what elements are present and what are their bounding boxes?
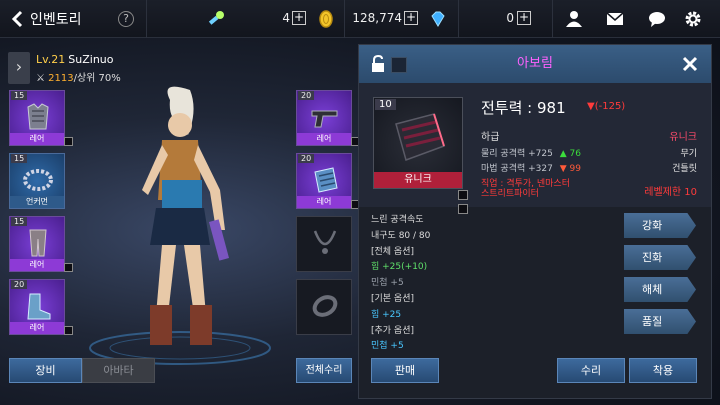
pistol-icon — [311, 110, 338, 128]
add-torch-button[interactable]: + — [292, 11, 306, 25]
crossed-swords-icon: ⚔ — [36, 73, 45, 84]
gauntlet-icon — [395, 113, 445, 161]
power-diff: ▼(-125) — [587, 101, 626, 112]
top-bar: 인벤토리 ? 4 + 128,774 + 0 + — [0, 0, 720, 38]
back-arrow-icon[interactable] — [8, 9, 28, 29]
job-requirement: 직업 : 격투가, 넨마스터 스트리트파이터 — [481, 179, 570, 199]
disassemble-button[interactable]: 해체 — [624, 277, 696, 302]
boots-slot[interactable]: 20 레어 — [9, 279, 73, 335]
stat-line: 내구도 80 / 80 — [371, 230, 431, 241]
stat-magic-attack: 마법 공격력 +327 ▼ 99 — [481, 164, 581, 174]
inventory-screen: 인벤토리 ? 4 + 128,774 + 0 + › Lv.21 SuZinuo… — [0, 0, 720, 405]
stat-line: 느린 공격속도 — [371, 215, 424, 225]
ring-slot[interactable] — [296, 279, 352, 335]
stat-line: 힘 +25 — [371, 309, 402, 320]
gold-coin-icon — [319, 10, 333, 28]
avatar-tab[interactable]: 아바타 — [82, 358, 155, 383]
gem-icon — [431, 11, 445, 27]
belt-icon — [23, 169, 53, 191]
chat-icon[interactable] — [648, 10, 666, 28]
gold-amount: 128,774 — [352, 11, 402, 25]
close-icon[interactable] — [681, 55, 699, 73]
add-gold-button[interactable]: + — [404, 11, 418, 25]
item-grade: 유니크 — [374, 172, 462, 188]
item-name: 아보림 — [517, 56, 553, 71]
mail-icon[interactable] — [606, 10, 624, 28]
repair-button[interactable]: 수리 — [557, 358, 625, 383]
enhance-button[interactable]: 강화 — [624, 213, 696, 238]
item-tier: 하급 — [481, 132, 500, 143]
item-stats-list: 느린 공격속도 내구도 80 / 80 [전체 옵션] 힘 +25(+10) 민… — [371, 213, 611, 355]
equip-button[interactable]: 착용 — [629, 358, 697, 383]
torch-count: 4 — [282, 11, 290, 25]
add-gem-button[interactable]: + — [517, 11, 531, 25]
friends-icon[interactable] — [565, 10, 583, 28]
down-arrow-icon: ▼ — [559, 164, 567, 174]
up-arrow-icon: ▲ — [559, 149, 567, 159]
stat-line: [추가 옵션] — [371, 325, 415, 336]
torch-icon — [208, 11, 224, 25]
character-model — [89, 86, 271, 365]
stat-line: [기본 옵션] — [371, 293, 415, 304]
equipment-tab[interactable]: 장비 — [9, 358, 82, 383]
ring-icon — [312, 295, 338, 317]
belt-slot[interactable]: 15 언커먼 — [9, 153, 65, 209]
gem-count: 0 — [506, 11, 514, 25]
divider — [146, 0, 147, 38]
necklace-slot[interactable] — [296, 216, 352, 272]
item-detail-panel: 아보림 10 유니크 전투력 : 981 ▼(-125) 하급 유니크 물리 공… — [358, 44, 712, 399]
level-requirement: 레벨제한 10 — [644, 187, 697, 198]
repair-all-button[interactable]: 전체수리 — [296, 358, 352, 383]
item-level: 10 — [375, 99, 396, 110]
stat1-type: 무기 — [680, 149, 697, 159]
quality-button[interactable]: 품질 — [624, 309, 696, 334]
armor-slot-top[interactable]: 15 레어 — [9, 90, 73, 146]
stat-line: 힘 +25(+10) — [371, 262, 428, 273]
divider — [344, 0, 345, 38]
compare-checkbox-1[interactable] — [458, 190, 468, 200]
settings-gear-icon[interactable] — [684, 10, 702, 28]
character-level: Lv.21 SuZinuo — [36, 53, 114, 66]
stat-line: 민첩 +5 — [371, 278, 404, 289]
weapon-slot[interactable]: 20 레어 — [296, 90, 360, 146]
stat-line: 민첩 +5 — [371, 341, 404, 352]
divider — [458, 0, 459, 38]
panel-header: 아보림 — [359, 45, 711, 83]
chest-armor-icon — [27, 103, 49, 130]
boots-icon — [27, 293, 51, 320]
item-info: 10 유니크 전투력 : 981 ▼(-125) 하급 유니크 물리 공격력 +… — [359, 83, 711, 214]
necklace-icon — [313, 230, 337, 254]
gauntlet-slot[interactable]: 20 레어 — [296, 153, 360, 209]
page-title: 인벤토리 — [30, 12, 82, 28]
expand-character-button[interactable]: › — [8, 52, 30, 84]
help-icon[interactable]: ? — [118, 11, 134, 27]
bracer-icon — [314, 167, 338, 193]
sell-button[interactable]: 판매 — [371, 358, 439, 383]
item-icon-slot: 10 유니크 — [373, 97, 463, 189]
evolve-button[interactable]: 진화 — [624, 245, 696, 270]
stat2-type: 건틀릿 — [672, 164, 697, 174]
leg-armor-slot[interactable]: 15 레어 — [9, 216, 73, 272]
stat-line: [전체 옵션] — [371, 246, 415, 257]
item-rarity: 유니크 — [669, 132, 697, 143]
stat-physical-attack: 물리 공격력 +725 ▲ 76 — [481, 149, 581, 159]
character-name: SuZinuo — [68, 53, 114, 66]
divider — [552, 0, 553, 38]
leggings-icon — [29, 229, 47, 257]
power-label: 전투력 : 981 — [481, 99, 566, 117]
